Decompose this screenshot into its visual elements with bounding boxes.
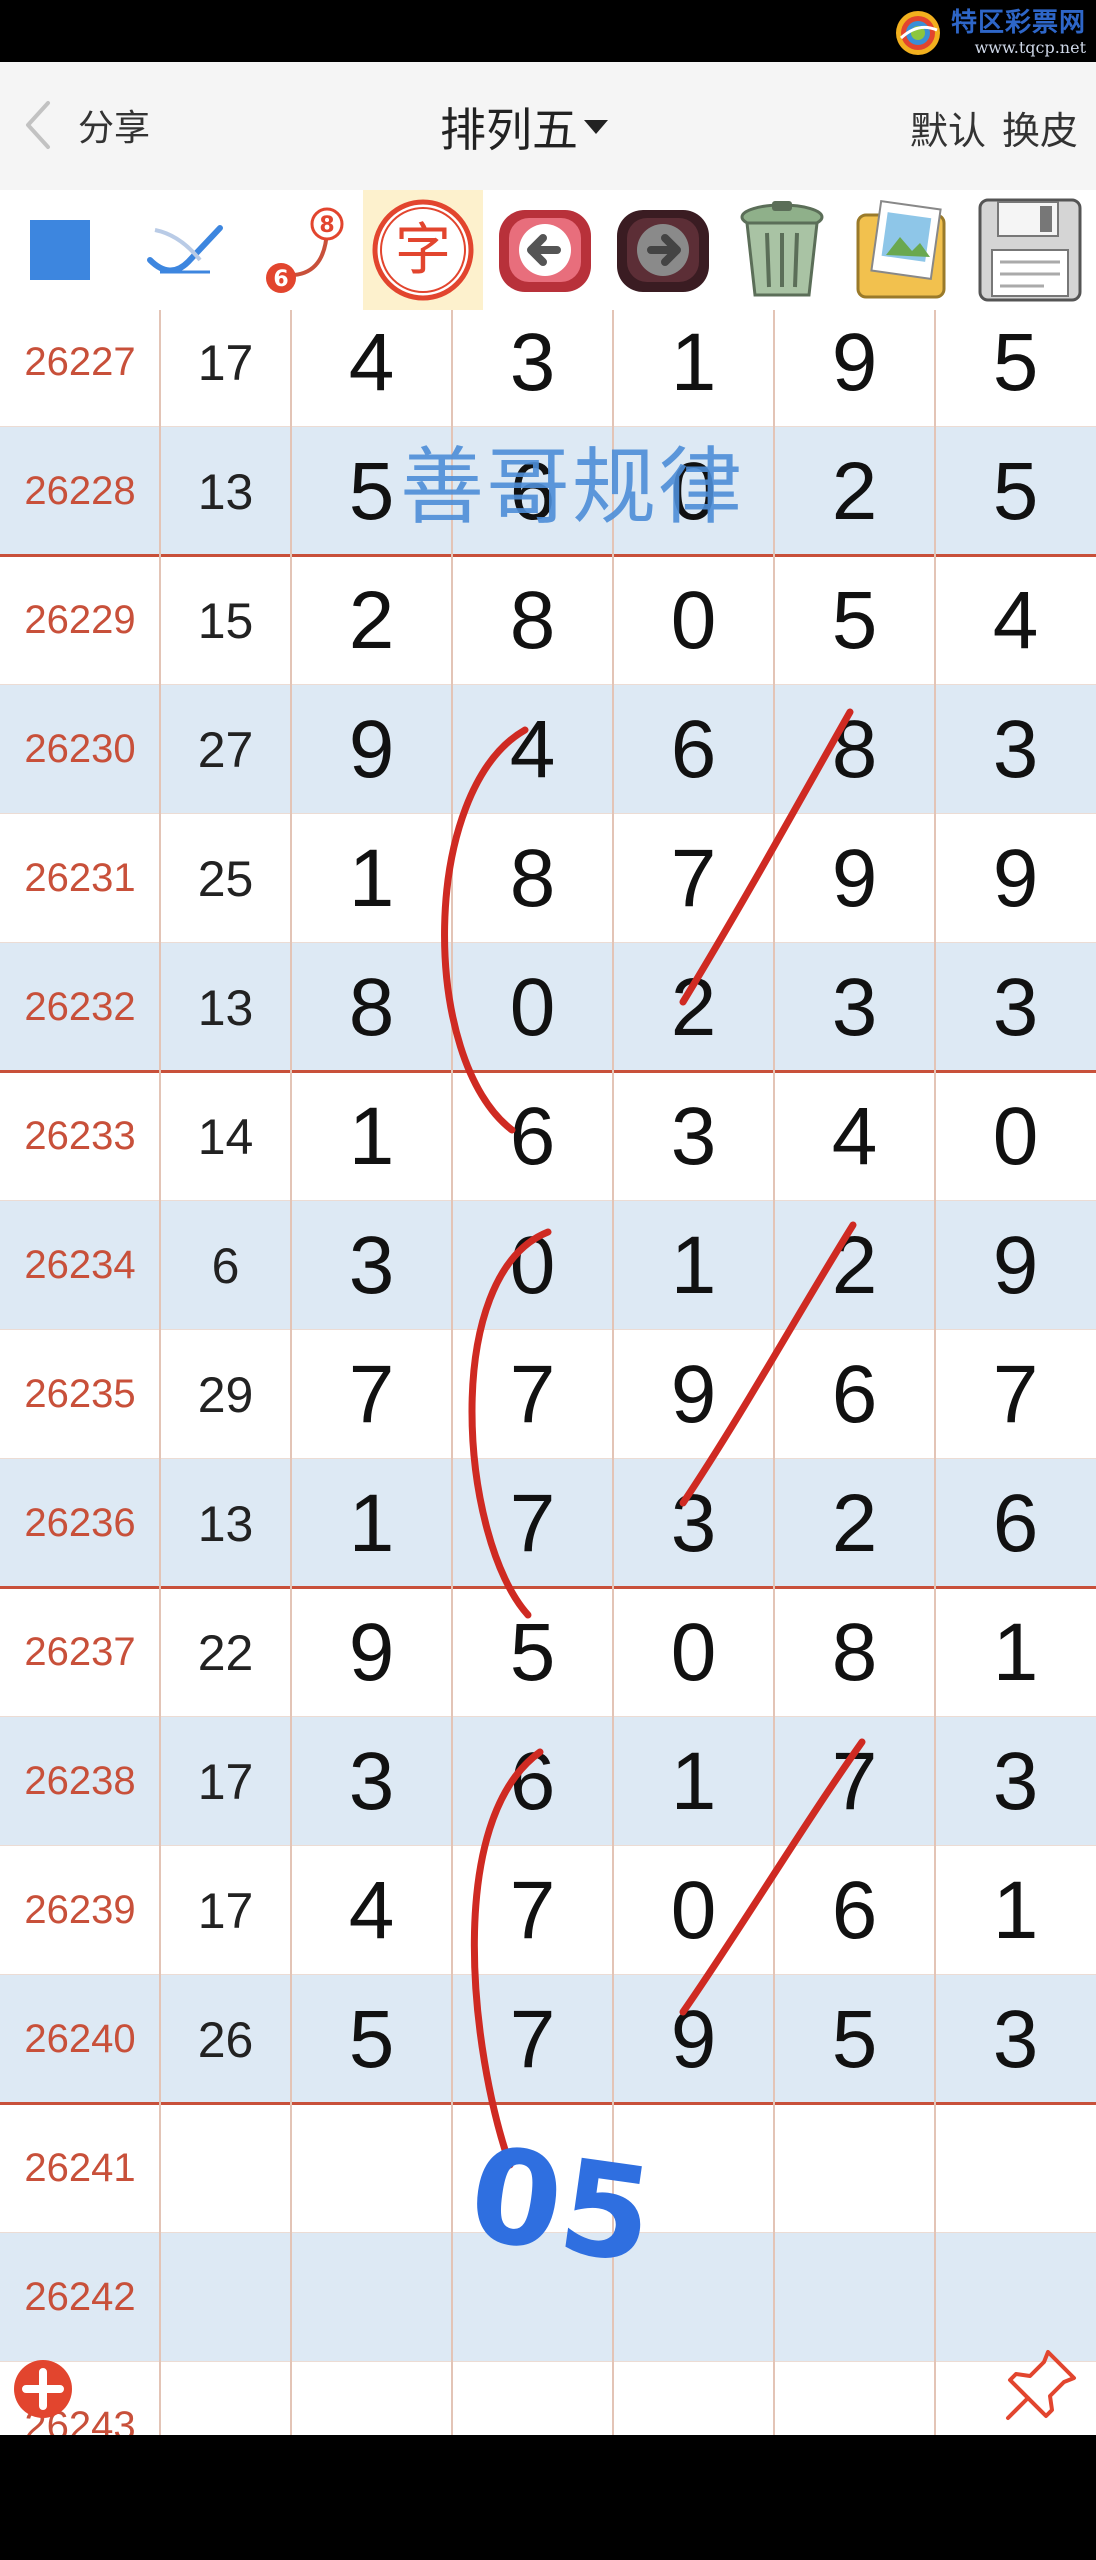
plus-circle-icon xyxy=(14,2360,72,2418)
annotation-line-3 xyxy=(679,1738,866,2016)
bottom-bar xyxy=(0,2435,1096,2560)
annotation-curve-2 xyxy=(468,1228,552,1619)
pin-button[interactable] xyxy=(1002,2344,1082,2424)
annotation-layer: 05 xyxy=(441,708,866,2293)
handwriting-05: 05 xyxy=(461,2117,661,2293)
annotation-line-1 xyxy=(679,708,854,1006)
add-row-button[interactable] xyxy=(12,2358,74,2420)
annotation-line-2 xyxy=(679,1221,857,1507)
annotation-curve-1 xyxy=(441,726,529,1134)
annotation-curve-3 xyxy=(470,1748,544,2169)
pushpin-icon xyxy=(1006,2350,1076,2420)
